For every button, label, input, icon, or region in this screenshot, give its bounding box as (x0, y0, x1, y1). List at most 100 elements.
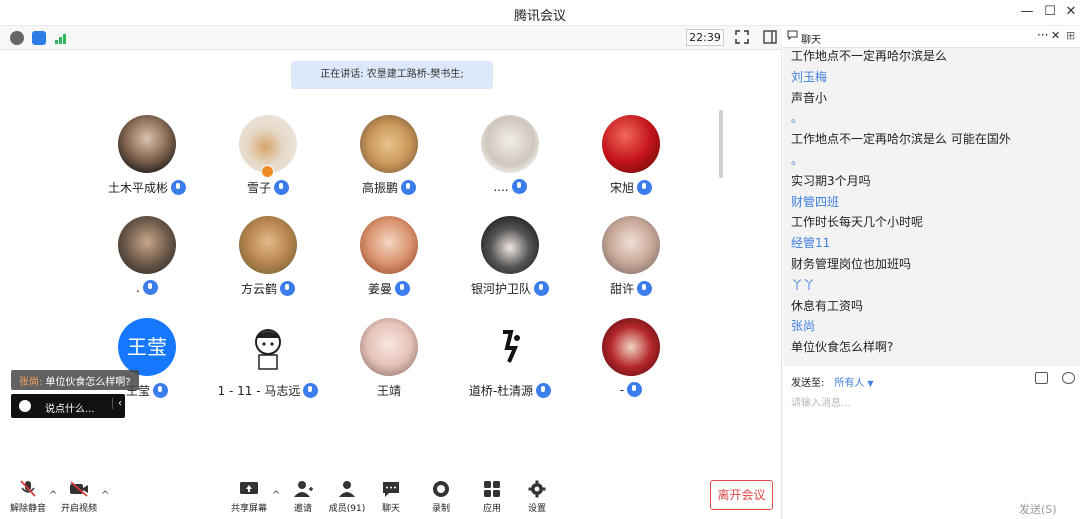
signal-icon[interactable] (55, 33, 67, 47)
mic-icon (395, 281, 410, 296)
unmute-label: 解除静音 (9, 504, 46, 514)
chat-sender: 。 (791, 111, 804, 126)
avatar (602, 318, 660, 376)
emoji-icon[interactable] (19, 400, 31, 412)
participant-tile[interactable]: 土木平成彬 (82, 115, 212, 205)
send-to-select[interactable]: 所有人 (834, 378, 864, 389)
chat-label: 聊天 (381, 504, 400, 514)
host-badge-icon (261, 165, 274, 178)
floating-chat-sender: 张尚: (19, 377, 43, 388)
members-icon (339, 481, 355, 497)
participant-tile[interactable]: 王靖 (324, 318, 454, 408)
chat-sender: 刘玉梅 (791, 69, 828, 84)
chat-icon (383, 482, 399, 497)
fullscreen-icon[interactable] (735, 30, 749, 47)
chat-message: 实习期3个月吗 (791, 173, 871, 188)
mic-icon (280, 281, 295, 296)
window-title: 腾讯会议 (513, 9, 566, 24)
participant-name: - (619, 383, 625, 397)
minimize-icon[interactable]: — (1019, 4, 1035, 20)
avatar (481, 216, 539, 274)
chat-sender: 。 (791, 152, 804, 167)
mic-icon (536, 383, 552, 398)
chevron-left-icon[interactable]: ‹ (112, 398, 122, 409)
shield-icon[interactable] (32, 31, 46, 45)
participant-name: 甜许 (609, 282, 634, 296)
apps-icon (484, 481, 500, 497)
gear-icon (528, 480, 546, 498)
floating-chat-text: 单位伙食怎么样啊? (45, 377, 131, 388)
floating-chat-message[interactable]: 张尚: 单位伙食怎么样啊? (11, 370, 139, 390)
share-screen-icon (240, 482, 258, 494)
avatar (602, 115, 660, 173)
avatar (118, 216, 176, 274)
unmute-button[interactable]: 解除静音 (0, 480, 56, 519)
invite-icon (294, 481, 313, 497)
mic-icon (142, 280, 158, 295)
chat-button[interactable]: 聊天 (363, 480, 419, 519)
participant-name: 方云鹤 (240, 282, 277, 296)
participant-tile[interactable]: 1 - 11 - 马志远 (203, 318, 333, 408)
participant-tile[interactable]: 道桥-杜清源 (445, 318, 575, 408)
mic-icon (153, 383, 168, 398)
mic-icon (637, 180, 652, 195)
participant-tile[interactable]: - (566, 318, 696, 408)
avatar (481, 318, 539, 376)
participant-name: 王靖 (376, 384, 401, 398)
mic-icon (511, 179, 527, 194)
avatar (360, 318, 418, 376)
participant-tile[interactable]: 高振鹏 (324, 115, 454, 205)
video-off-icon (70, 481, 88, 497)
screenshot-icon[interactable] (1062, 372, 1075, 384)
close-icon[interactable]: ✕ (1051, 29, 1060, 42)
share-screen-button[interactable]: 共享屏幕 (221, 480, 277, 519)
mic-icon (171, 180, 186, 195)
avatar (239, 318, 297, 376)
scrollbar[interactable] (719, 110, 723, 178)
chat-panel: 工作地点不一定再哈尔滨是么 刘玉梅 声音小。工作地点不一定再哈尔滨是么 可能在国外。… (783, 26, 1080, 519)
meeting-timer: 22:39 (686, 29, 724, 46)
start-video-button[interactable]: 开启视频 (51, 480, 107, 519)
speaking-banner: 正在讲话: 农垦建工路桥-樊书生; (291, 61, 493, 89)
participant-tile[interactable]: 方云鹤 (203, 216, 333, 306)
info-icon[interactable] (10, 31, 24, 45)
chat-header: 聊天 ··· ✕ ⊞ (783, 26, 1080, 48)
pin-icon[interactable]: ⊞ (1066, 29, 1075, 42)
mic-icon (274, 180, 289, 195)
participant-tile[interactable]: 宋旭 (566, 115, 696, 205)
mic-icon (637, 281, 652, 296)
chat-message: 工作地点不一定再哈尔滨是么 (791, 49, 948, 63)
more-icon[interactable]: ··· (1037, 28, 1048, 42)
maximize-icon[interactable]: ☐ (1042, 4, 1058, 20)
participant-tile[interactable]: 甜许 (566, 216, 696, 306)
chat-input[interactable]: 请输入消息... (791, 394, 851, 409)
record-button[interactable]: 录制 (413, 480, 469, 519)
video-grid: 正在讲话: 农垦建工路桥-樊书生; 土木平成彬 雪子 高振鹏 .... 宋旭 .… (0, 50, 782, 519)
layout-icon[interactable] (763, 30, 777, 47)
mic-muted-icon (20, 480, 36, 497)
chevron-up-icon[interactable]: ^ (101, 490, 109, 501)
participant-tile[interactable]: .... (445, 115, 575, 205)
chat-message: 单位伙食怎么样啊? (791, 340, 894, 355)
send-button[interactable]: 发送(S) (1019, 501, 1057, 517)
leave-meeting-button[interactable]: 离开会议 (710, 480, 773, 510)
title-bar: 腾讯会议 — ☐ ✕ (0, 0, 1080, 26)
participant-tile[interactable]: 雪子 (203, 115, 333, 205)
floating-chat-input[interactable]: 说点什么... ‹ (11, 394, 125, 418)
settings-button[interactable]: 设置 (509, 480, 565, 519)
participant-name: 1 - 11 - 马志远 (217, 384, 301, 398)
participant-name: . (136, 281, 140, 295)
participant-name: 宋旭 (609, 181, 634, 195)
close-icon[interactable]: ✕ (1063, 4, 1079, 20)
chat-message-list[interactable]: 工作地点不一定再哈尔滨是么 刘玉梅 声音小。工作地点不一定再哈尔滨是么 可能在国外。… (783, 26, 1080, 366)
participant-tile[interactable]: 银河护卫队 (445, 216, 575, 306)
share-screen-label: 共享屏幕 (230, 504, 267, 514)
avatar (360, 115, 418, 173)
participant-tile[interactable]: . (82, 216, 212, 306)
chat-message: 声音小 (791, 90, 828, 105)
chat-bubble-icon (787, 30, 798, 44)
caret-down-icon[interactable]: ▼ (867, 379, 873, 388)
participant-tile[interactable]: 姜曼 (324, 216, 454, 306)
floating-chat-placeholder: 说点什么... (45, 404, 95, 415)
folder-icon[interactable] (1035, 372, 1048, 384)
